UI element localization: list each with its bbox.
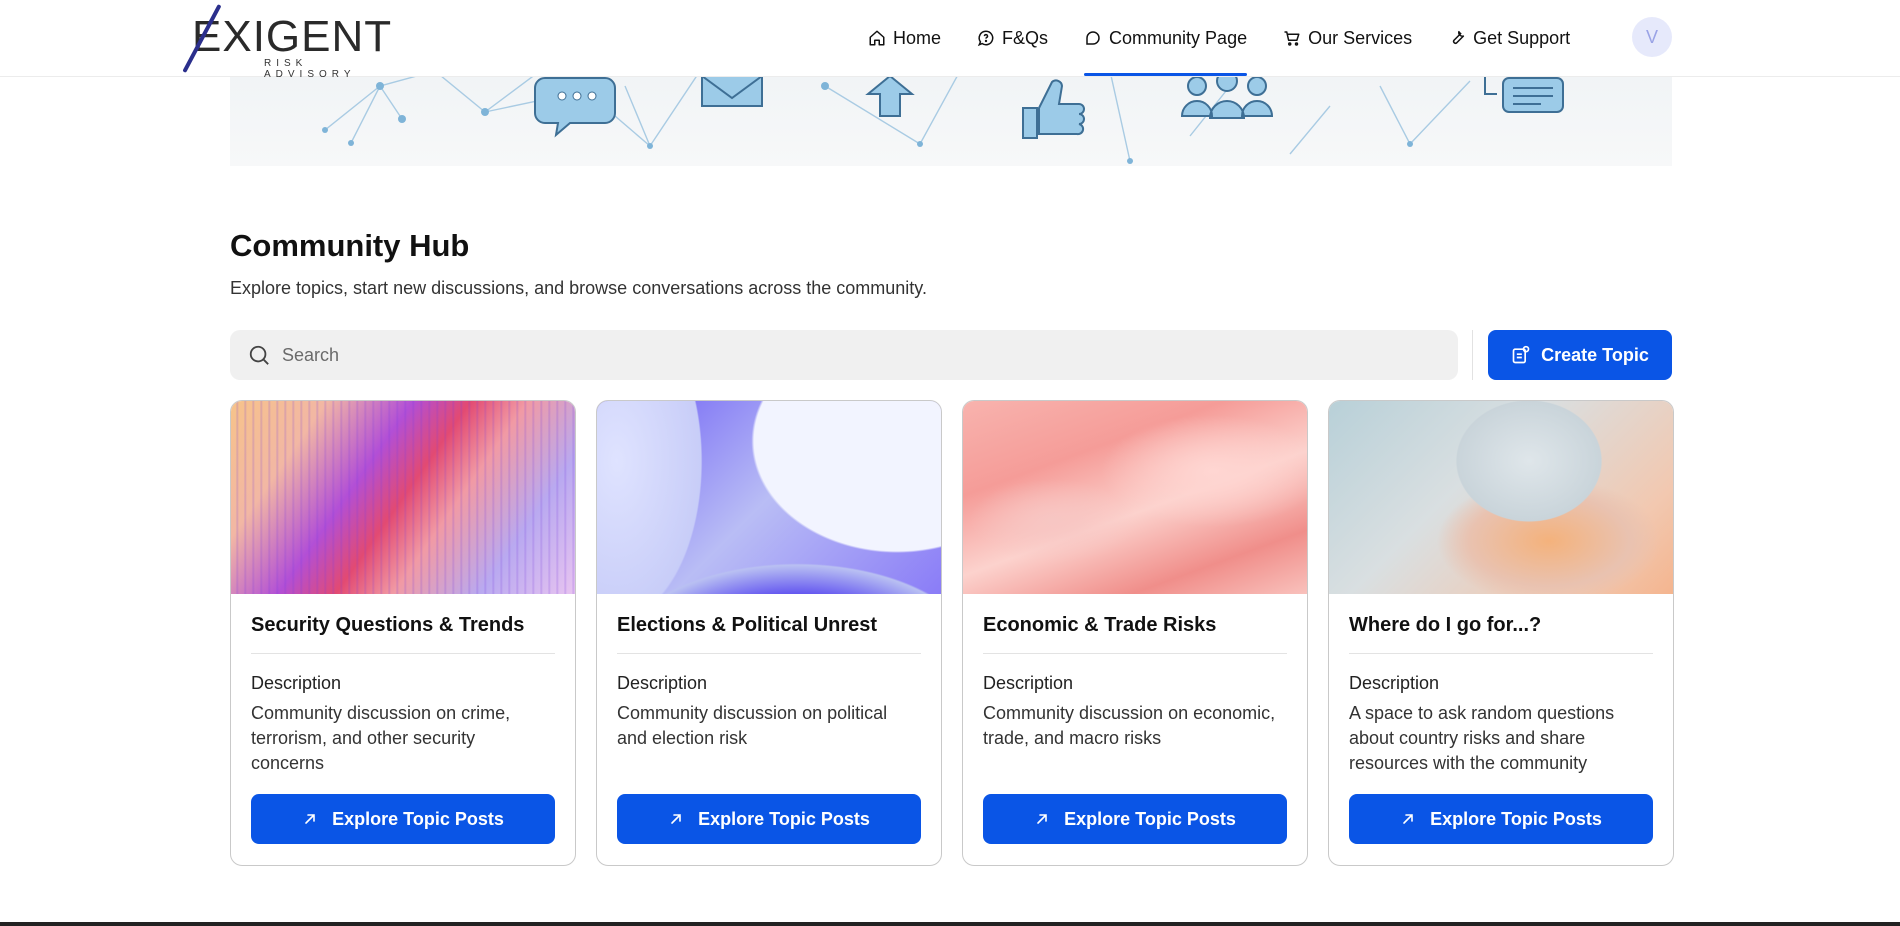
search-divider [1472,330,1473,380]
speech-bubble-icon [534,77,616,138]
topic-card-image [1329,401,1673,594]
nav-support-label: Get Support [1473,27,1571,48]
explore-topic-button[interactable]: Explore Topic Posts [251,794,555,844]
explore-topic-button[interactable]: Explore Topic Posts [617,794,921,844]
nav-home-label: Home [893,27,942,48]
card-divider [617,653,921,654]
search-bar[interactable] [230,330,1458,380]
card-divider [983,653,1287,654]
card-divider [251,653,555,654]
explore-topic-label: Explore Topic Posts [698,808,870,829]
search-icon [249,345,269,365]
card-divider [1349,653,1653,654]
topic-card-title: Security Questions & Trends [251,614,525,636]
edit-note-icon [1512,345,1530,364]
nav-community-page[interactable]: Community Page [1066,0,1265,76]
network-illustration [322,76,1564,164]
nav-community-label: Community Page [1109,27,1248,48]
topic-card-economic: Economic & Trade Risks Description Commu… [962,400,1308,866]
chat-message-icon [1484,76,1564,113]
topic-card-image [963,401,1307,594]
card-desc: Community discussion on political and el… [617,703,888,748]
nav-faqs[interactable]: F&Qs [959,0,1066,76]
logo-wordmark: EXIGENT [192,12,393,61]
explore-topic-label: Explore Topic Posts [332,808,504,829]
topic-card-where-do-i-go: Where do I go for...? Description A spac… [1328,400,1674,866]
create-topic-label: Create Topic [1541,344,1649,365]
community-banner-image [230,76,1672,166]
explore-topic-button[interactable]: Explore Topic Posts [1349,794,1653,844]
explore-topic-button[interactable]: Explore Topic Posts [983,794,1287,844]
nav-services-label: Our Services [1308,27,1413,48]
page-subtitle: Explore topics, start new discussions, a… [230,278,927,298]
logo-tagline: RISK ADVISORY [264,58,356,80]
topic-card-image [597,401,941,594]
nav-our-services[interactable]: Our Services [1265,0,1430,76]
topic-card-elections: Elections & Political Unrest Description… [596,400,942,866]
card-desc: Community discussion on economic, trade,… [983,703,1276,748]
wrench-icon [1453,30,1465,44]
thumbs-up-icon [1022,79,1085,139]
envelope-icon [701,76,763,107]
nav-faqs-label: F&Qs [1002,27,1049,48]
chat-bubble-icon [1086,31,1100,45]
topic-card-security: Security Questions & Trends Description … [230,400,576,866]
home-icon [869,30,885,46]
topic-card-title: Elections & Political Unrest [617,614,878,636]
arrow-up-right-icon [671,814,681,824]
search-input[interactable] [282,344,1382,366]
explore-topic-label: Explore Topic Posts [1430,808,1602,829]
create-topic-button[interactable]: Create Topic [1488,330,1672,380]
nav-get-support[interactable]: Get Support [1430,0,1588,76]
card-desc: Community discussion on crime, terrorism… [251,703,511,773]
card-desc-label: Description [1349,673,1440,693]
topic-card-title: Economic & Trade Risks [983,614,1217,636]
card-desc-label: Description [983,673,1074,693]
card-desc: A space to ask random questions about co… [1349,703,1615,773]
page-bottom-border [0,922,1900,926]
topic-cards: Security Questions & Trends Description … [230,400,1674,866]
top-header: EXIGENT RISK ADVISORY Home F&Qs Communit… [0,0,1900,80]
user-avatar[interactable]: V [1632,17,1672,57]
arrow-up-right-icon [1037,814,1047,824]
nav-home[interactable]: Home [850,0,959,76]
card-desc-label: Description [617,673,708,693]
people-group-icon [1180,76,1274,119]
cart-icon [1284,31,1300,46]
page-title: Community Hub [230,228,470,263]
exigent-logo[interactable]: EXIGENT RISK ADVISORY [182,4,393,80]
arrow-up-right-icon [305,814,315,824]
topic-card-image [231,401,575,594]
explore-topic-label: Explore Topic Posts [1064,808,1236,829]
arrow-up-icon [865,76,915,117]
main-nav: Home F&Qs Community Page Our Services Ge… [850,0,1588,76]
topic-card-title: Where do I go for...? [1349,614,1542,636]
chat-question-icon [977,30,994,47]
arrow-up-right-icon [1403,814,1413,824]
card-desc-label: Description [251,673,342,693]
